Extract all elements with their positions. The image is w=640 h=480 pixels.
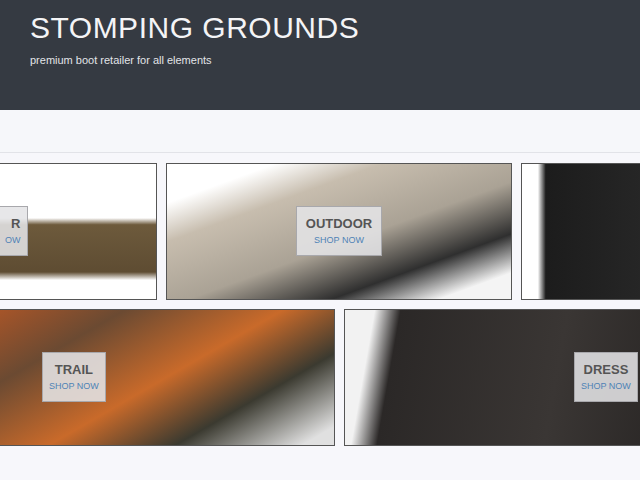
category-grid: R OW OUTDOOR SHOP NOW TRAIL SHOP NOW DRESS SHOP…	[0, 153, 640, 446]
category-row: R OW OUTDOOR SHOP NOW	[0, 163, 640, 300]
category-name: DRESS	[584, 362, 629, 378]
category-row: TRAIL SHOP NOW DRESS SHOP NOW	[0, 309, 640, 446]
category-tile[interactable]: R OW	[0, 163, 157, 300]
category-name: TRAIL	[55, 362, 93, 378]
category-tile[interactable]: TRAIL SHOP NOW	[0, 309, 335, 446]
category-label[interactable]: TRAIL SHOP NOW	[42, 352, 106, 402]
page: STOMPING GROUNDS premium boot retailer fo…	[0, 0, 640, 480]
category-name: OUTDOOR	[306, 216, 372, 232]
shop-now-link[interactable]: OW	[5, 234, 21, 246]
category-label[interactable]: DRESS SHOP NOW	[574, 352, 638, 402]
site-header: STOMPING GROUNDS premium boot retailer fo…	[0, 0, 640, 110]
category-tile[interactable]: OUTDOOR SHOP NOW	[166, 163, 512, 300]
category-name: R	[11, 216, 20, 232]
category-label[interactable]: R OW	[0, 206, 28, 256]
shop-now-link[interactable]: SHOP NOW	[314, 234, 364, 246]
category-label[interactable]: OUTDOOR SHOP NOW	[296, 206, 382, 256]
category-tile[interactable]: DRESS SHOP NOW	[344, 309, 640, 446]
site-title[interactable]: STOMPING GROUNDS	[30, 10, 610, 46]
nav-band	[0, 110, 640, 153]
shop-now-link[interactable]: SHOP NOW	[49, 380, 99, 392]
site-tagline: premium boot retailer for all elements	[30, 52, 610, 68]
category-tile[interactable]	[521, 163, 640, 300]
shop-now-link[interactable]: SHOP NOW	[581, 380, 631, 392]
